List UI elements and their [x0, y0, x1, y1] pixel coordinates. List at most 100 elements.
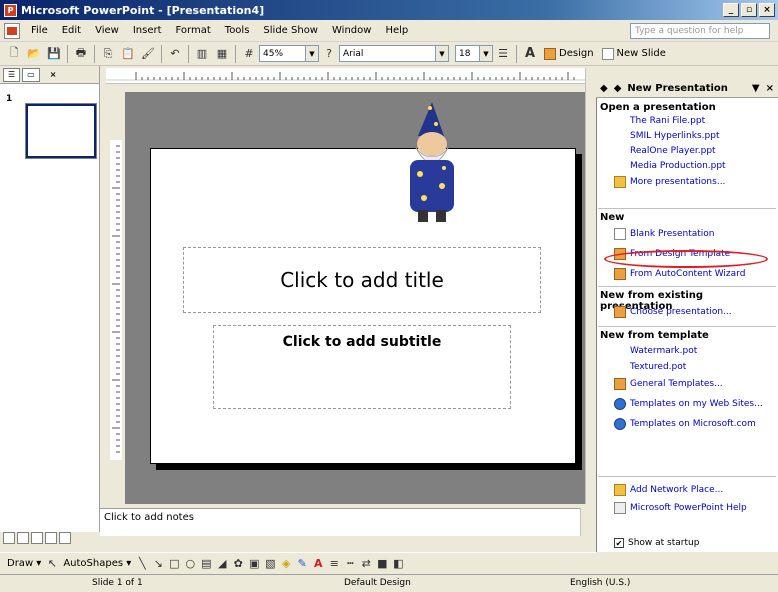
arrow-icon[interactable]: ↘ [151, 557, 165, 571]
grid-icon[interactable]: # [239, 44, 259, 64]
notes-scrollbar[interactable] [580, 508, 594, 536]
bullets-icon[interactable]: ☰ [493, 44, 513, 64]
line-color-icon[interactable]: ✎ [295, 557, 309, 571]
notes-pane[interactable]: Click to add notes [100, 508, 590, 536]
slide-canvas[interactable]: Click to add title Click to add subtitle [150, 148, 576, 464]
select-pointer-icon[interactable]: ↖ [45, 557, 59, 571]
diagram-icon[interactable]: ✿ [231, 557, 245, 571]
recent-file-link[interactable]: RealOne Player.ppt [630, 146, 716, 156]
clip-art-icon[interactable]: ▣ [247, 557, 261, 571]
tab-outline[interactable]: ☰ [3, 67, 21, 82]
design-button[interactable]: Design [540, 47, 598, 60]
chevron-down-icon[interactable]: ▼ [305, 46, 318, 61]
copy-icon[interactable]: ⎘ [98, 44, 118, 64]
menu-file[interactable]: File [24, 25, 55, 36]
font-color-icon[interactable]: A [311, 557, 325, 571]
template-file-link[interactable]: Textured.pot [630, 362, 686, 372]
back-icon[interactable]: ◆ [600, 83, 608, 94]
new-icon[interactable]: 🗋 [4, 44, 24, 64]
show-at-startup-checkbox[interactable]: ✔ Show at startup [614, 538, 699, 548]
powerpoint-app-icon[interactable]: P [4, 3, 17, 17]
general-templates-link[interactable]: General Templates... [614, 378, 723, 390]
normal-view-icon[interactable] [3, 532, 15, 544]
close-button[interactable]: × [759, 3, 775, 17]
existing-presentation-icon [614, 306, 626, 318]
paste-icon[interactable]: 📋 [118, 44, 138, 64]
menu-view[interactable]: View [88, 25, 126, 36]
format-painter-icon[interactable]: 🖌 [138, 44, 158, 64]
chevron-down-icon[interactable]: ▼ [752, 83, 760, 94]
close-icon[interactable]: × [46, 68, 61, 82]
scroll-left-icon[interactable] [45, 532, 57, 544]
text-box-icon[interactable]: ▤ [199, 557, 213, 571]
fill-color-icon[interactable]: ◈ [279, 557, 293, 571]
blank-presentation-link[interactable]: Blank Presentation [614, 228, 715, 240]
recent-file-link[interactable]: Media Production.ppt [630, 161, 726, 171]
microsoft-templates-link[interactable]: Templates on Microsoft.com [614, 418, 756, 430]
task-pane-header: ◆ ◆ New Presentation ▼ × [596, 80, 778, 98]
help-icon [614, 502, 626, 514]
template-file-link[interactable]: Watermark.pot [630, 346, 697, 356]
forward-icon[interactable]: ◆ [614, 83, 622, 94]
folder-icon [614, 176, 626, 188]
chevron-down-icon[interactable]: ▼ [435, 46, 448, 61]
picture-icon[interactable]: ▧ [263, 557, 277, 571]
subtitle-placeholder[interactable]: Click to add subtitle [213, 325, 511, 409]
open-icon[interactable]: 📂 [24, 44, 44, 64]
autoshapes-menu-button[interactable]: AutoShapes ▾ [60, 558, 134, 569]
font-size-increase-icon[interactable]: A [520, 44, 540, 64]
more-presentations-link[interactable]: More presentations... [614, 176, 725, 188]
slide-thumbnail[interactable] [25, 103, 97, 159]
minimize-button[interactable]: _ [723, 3, 739, 17]
line-style-icon[interactable]: ≡ [327, 557, 341, 571]
autocontent-wizard-link[interactable]: From AutoContent Wizard [614, 268, 745, 280]
font-size-select[interactable]: 18 ▼ [455, 45, 493, 62]
insert-table-icon[interactable]: ▦ [212, 44, 232, 64]
menu-format[interactable]: Format [169, 25, 218, 36]
arrow-style-icon[interactable]: ⇄ [359, 557, 373, 571]
choose-presentation-link[interactable]: Choose presentation... [614, 306, 732, 318]
insert-chart-icon[interactable]: ▥ [192, 44, 212, 64]
new-slide-button[interactable]: New Slide [598, 47, 670, 60]
title-placeholder[interactable]: Click to add title [183, 247, 541, 313]
menu-slide-show[interactable]: Slide Show [256, 25, 325, 36]
web-templates-link[interactable]: Templates on my Web Sites... [614, 398, 763, 410]
line-icon[interactable]: ╲ [135, 557, 149, 571]
menu-insert[interactable]: Insert [126, 25, 169, 36]
ask-question-input[interactable]: Type a question for help [630, 23, 770, 39]
checkmark-icon[interactable]: ✔ [614, 538, 624, 548]
recent-file-link[interactable]: The Rani File.ppt [630, 116, 705, 126]
section-open-presentation: Open a presentation [600, 102, 716, 113]
font-select[interactable]: Arial ▼ [339, 45, 449, 62]
office-assistant-wizard-icon[interactable] [392, 102, 472, 224]
rectangle-icon[interactable]: □ [167, 557, 181, 571]
dash-style-icon[interactable]: ┅ [343, 557, 357, 571]
wordart-icon[interactable]: ◢ [215, 557, 229, 571]
print-icon[interactable]: 🖶 [71, 44, 91, 64]
tab-slides[interactable]: ▭ [22, 67, 40, 82]
menu-edit[interactable]: Edit [55, 25, 88, 36]
restore-button[interactable]: ▫ [741, 3, 757, 17]
powerpoint-help-link[interactable]: Microsoft PowerPoint Help [614, 502, 747, 514]
chevron-down-icon[interactable]: ▼ [479, 46, 492, 61]
3d-icon[interactable]: ◧ [391, 557, 405, 571]
menu-help[interactable]: Help [378, 25, 415, 36]
draw-menu-button[interactable]: Draw ▾ [4, 558, 44, 569]
help-icon[interactable]: ? [319, 44, 339, 64]
vertical-ruler[interactable] [110, 140, 122, 460]
menu-tools[interactable]: Tools [218, 25, 257, 36]
zoom-select[interactable]: 45% ▼ [259, 45, 319, 62]
recent-file-link[interactable]: SMIL Hyperlinks.ppt [630, 131, 719, 141]
scroll-right-icon[interactable] [59, 532, 71, 544]
slide-show-view-icon[interactable] [31, 532, 43, 544]
oval-icon[interactable]: ○ [183, 557, 197, 571]
undo-icon[interactable]: ↶ [165, 44, 185, 64]
horizontal-ruler[interactable] [106, 68, 592, 84]
shadow-icon[interactable]: ■ [375, 557, 389, 571]
save-icon[interactable]: 💾 [44, 44, 64, 64]
document-icon[interactable] [4, 22, 20, 39]
add-network-place-link[interactable]: Add Network Place... [614, 484, 723, 496]
menu-window[interactable]: Window [325, 25, 378, 36]
slide-sorter-view-icon[interactable] [17, 532, 29, 544]
close-icon[interactable]: × [766, 83, 774, 94]
